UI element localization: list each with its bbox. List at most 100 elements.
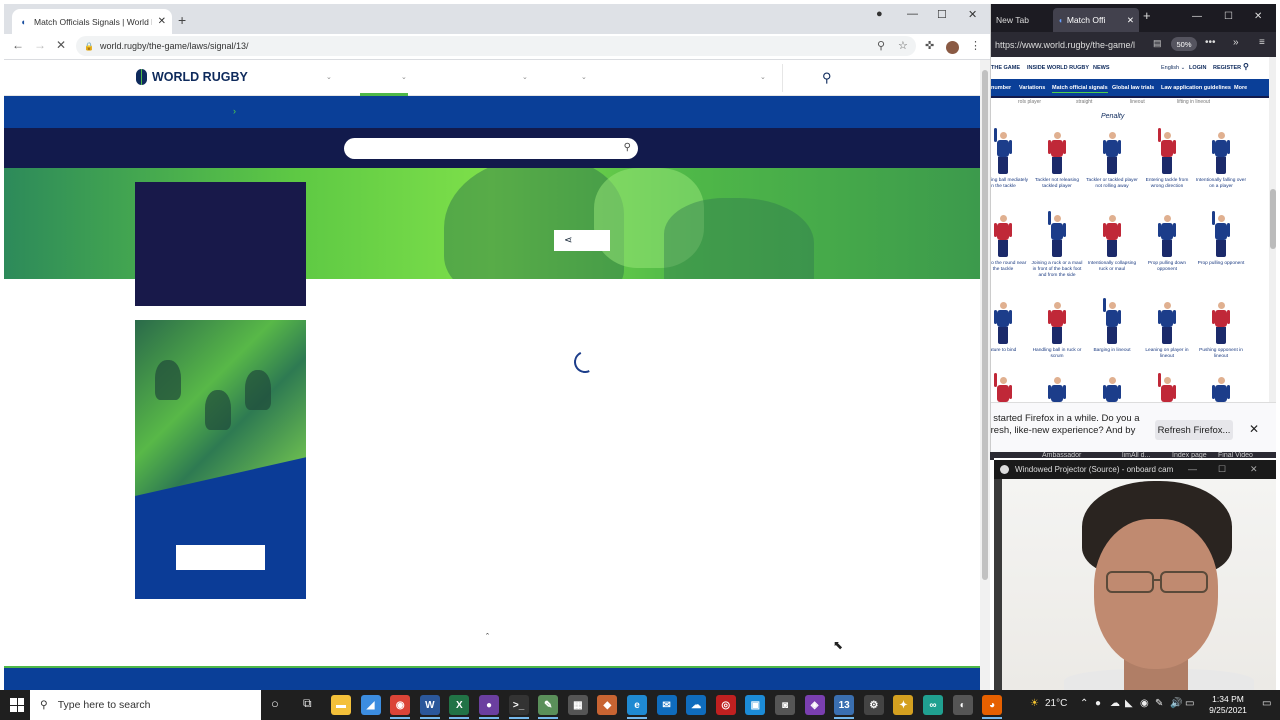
store-icon[interactable]: ▣ [745, 695, 766, 715]
close-window-button[interactable]: ✕ [1254, 11, 1262, 22]
tab-close-icon[interactable]: ✕ [158, 16, 166, 27]
forward-button[interactable]: → [34, 38, 46, 52]
signal-card[interactable]: ature to bind [991, 302, 1029, 354]
promo-button[interactable] [176, 545, 265, 570]
refresh-firefox-button[interactable]: Refresh Firefox... [1155, 420, 1233, 440]
signal-card[interactable] [1141, 373, 1193, 402]
nav-the-game[interactable]: THE GAME [991, 65, 1020, 71]
tab-new-tab[interactable]: New Tab [991, 8, 1049, 32]
new-tab-button[interactable]: + [178, 12, 186, 28]
signal-card[interactable]: Prop pulling down opponent [1141, 215, 1193, 273]
profile-dot-icon[interactable]: ● [876, 8, 883, 20]
excel-icon[interactable]: X [449, 695, 470, 715]
tool-icon[interactable]: ◆ [597, 695, 618, 715]
reader-view-icon[interactable]: ▤ [1153, 38, 1162, 49]
language-caret-icon[interactable]: ⌄ [760, 73, 766, 81]
language-select[interactable]: English ⌄ [1161, 65, 1185, 71]
settings-icon[interactable]: ⚙ [863, 695, 884, 715]
app-blue-icon[interactable]: ◢ [360, 695, 381, 715]
more-actions-icon[interactable]: ••• [1205, 37, 1216, 48]
laws-search-input[interactable]: ⚲ [344, 138, 638, 159]
file-explorer-icon[interactable]: ▬ [331, 695, 351, 715]
login-link[interactable]: LOGIN [1189, 65, 1206, 71]
signal-card[interactable]: Pushing opponent in lineout [1195, 302, 1247, 360]
signal-card[interactable]: Intentionally falling over on a player [1195, 132, 1247, 190]
site-search-icon[interactable]: ⚲ [822, 70, 832, 86]
extensions-icon[interactable]: ✜ [925, 39, 934, 52]
signal-card[interactable] [1195, 377, 1247, 402]
nav-dropdown-caret-icon[interactable]: ⌄ [401, 73, 407, 81]
tray-icon[interactable]: ◣ [1125, 698, 1133, 709]
search-icon[interactable]: ⚲ [624, 142, 631, 153]
bookmark-star-icon[interactable]: ☆ [898, 39, 908, 52]
share-button[interactable]: ⋖ [554, 230, 610, 251]
app-grey-icon[interactable]: ◐ [952, 695, 973, 715]
nav-global-law-trials[interactable]: Global law trials [1112, 85, 1154, 91]
hamburger-menu-icon[interactable]: ≡ [1259, 37, 1265, 48]
files-13-icon[interactable]: 13 [834, 695, 855, 715]
nav-law-application-guidelines[interactable]: Law application guidelines [1161, 85, 1231, 91]
mail-icon[interactable]: ✉ [656, 695, 677, 715]
maximize-button[interactable]: ☐ [937, 8, 947, 21]
search-icon[interactable]: ⚲ [1243, 62, 1249, 71]
address-bar[interactable]: 🔒 world.rugby/the-game/laws/signal/13/ [76, 36, 916, 56]
clock[interactable]: 1:34 PM 9/25/2021 [1202, 694, 1254, 716]
signal-card[interactable]: Prop pulling opponent [1195, 211, 1247, 267]
signal-card[interactable] [991, 373, 1029, 402]
signal-card[interactable]: releasing ball mediately in the tackle [991, 128, 1029, 190]
signal-card[interactable]: Barging in lineout [1086, 298, 1138, 354]
nav-more[interactable]: More [1234, 85, 1247, 91]
task-view-icon[interactable]: ⧉ [303, 696, 312, 711]
chrome-menu-icon[interactable]: ⋮ [970, 39, 981, 52]
tray-icon[interactable]: ✎ [1155, 698, 1163, 709]
minimize-button[interactable]: — [1192, 11, 1202, 22]
nav-dropdown-caret-icon[interactable]: ⌄ [581, 73, 587, 81]
new-tab-button[interactable]: + [1143, 8, 1151, 23]
tab-match-officials[interactable]: ◖ Match Offi ✕ [1053, 8, 1139, 32]
signal-card[interactable] [1086, 377, 1138, 402]
tray-icon[interactable]: ◉ [1140, 698, 1149, 709]
signal-card[interactable]: Leaning on player in lineout [1141, 302, 1193, 360]
weather-temperature[interactable]: 21°C [1045, 698, 1067, 709]
signal-card[interactable]: ving to the round near the tackle [991, 215, 1029, 273]
signal-card[interactable] [1031, 377, 1083, 402]
signal-card[interactable]: Entering tackle from wrong direction [1141, 128, 1193, 190]
minimize-button[interactable]: — [907, 8, 918, 20]
taskbar-search-input[interactable]: ⚲ Type here to search [30, 690, 261, 720]
tray-icon[interactable]: ● [1095, 698, 1101, 709]
terminal-icon[interactable]: >_ [508, 695, 529, 715]
minimize-button[interactable]: — [1188, 464, 1197, 474]
maximize-button[interactable]: ☐ [1218, 464, 1226, 475]
onedrive-icon[interactable]: ☁ [686, 695, 707, 715]
zoom-level-badge[interactable]: 50% [1171, 37, 1197, 51]
nav-inside-world-rugby[interactable]: INSIDE WORLD RUGBY [1027, 65, 1089, 71]
nav-dropdown-caret-icon[interactable]: ⌄ [522, 73, 528, 81]
paint-icon[interactable]: ✎ [538, 695, 559, 715]
register-link[interactable]: REGISTER [1213, 65, 1241, 71]
signal-card[interactable]: Tackler not releasing tackled player [1031, 132, 1083, 190]
windows-start-icon[interactable] [10, 698, 24, 712]
stop-loading-button[interactable]: ✕ [56, 38, 66, 52]
signal-card[interactable]: Handling ball in ruck or scrum [1031, 302, 1083, 360]
signal-card[interactable]: Intentionally collapsing ruck or maul [1086, 215, 1138, 273]
nav-news[interactable]: NEWS [1093, 65, 1110, 71]
nav-match-official-signals[interactable]: Match official signals [1052, 85, 1108, 93]
tray-icon[interactable]: ⌃ [1080, 698, 1088, 709]
tab-match-officials[interactable]: ◖ Match Officials Signals | World R ✕ [12, 9, 172, 34]
close-window-button[interactable]: ✕ [968, 8, 977, 21]
cortana-icon[interactable]: ○ [271, 696, 279, 711]
nav-variations[interactable]: Variations [1019, 85, 1045, 91]
projector-title-bar[interactable]: Windowed Projector (Source) - onboard ca… [994, 460, 1276, 479]
word-icon[interactable]: W [419, 695, 440, 715]
overflow-icon[interactable]: » [1233, 37, 1239, 48]
address-bar[interactable]: https://www.world.rugby/the-game/l [995, 36, 1149, 53]
nav-dropdown-caret-icon[interactable]: ⌄ [326, 73, 332, 81]
tray-icon[interactable]: 🔊 [1170, 698, 1182, 709]
close-notification-icon[interactable]: ✕ [1249, 422, 1259, 436]
back-button[interactable]: ← [12, 38, 24, 52]
tray-icon[interactable]: ☁ [1110, 698, 1120, 709]
maximize-button[interactable]: ☐ [1224, 11, 1233, 22]
scrollbar-thumb[interactable] [1270, 189, 1276, 249]
app-teal-icon[interactable]: ∞ [923, 695, 943, 715]
app-red-icon[interactable]: ◎ [715, 695, 736, 715]
